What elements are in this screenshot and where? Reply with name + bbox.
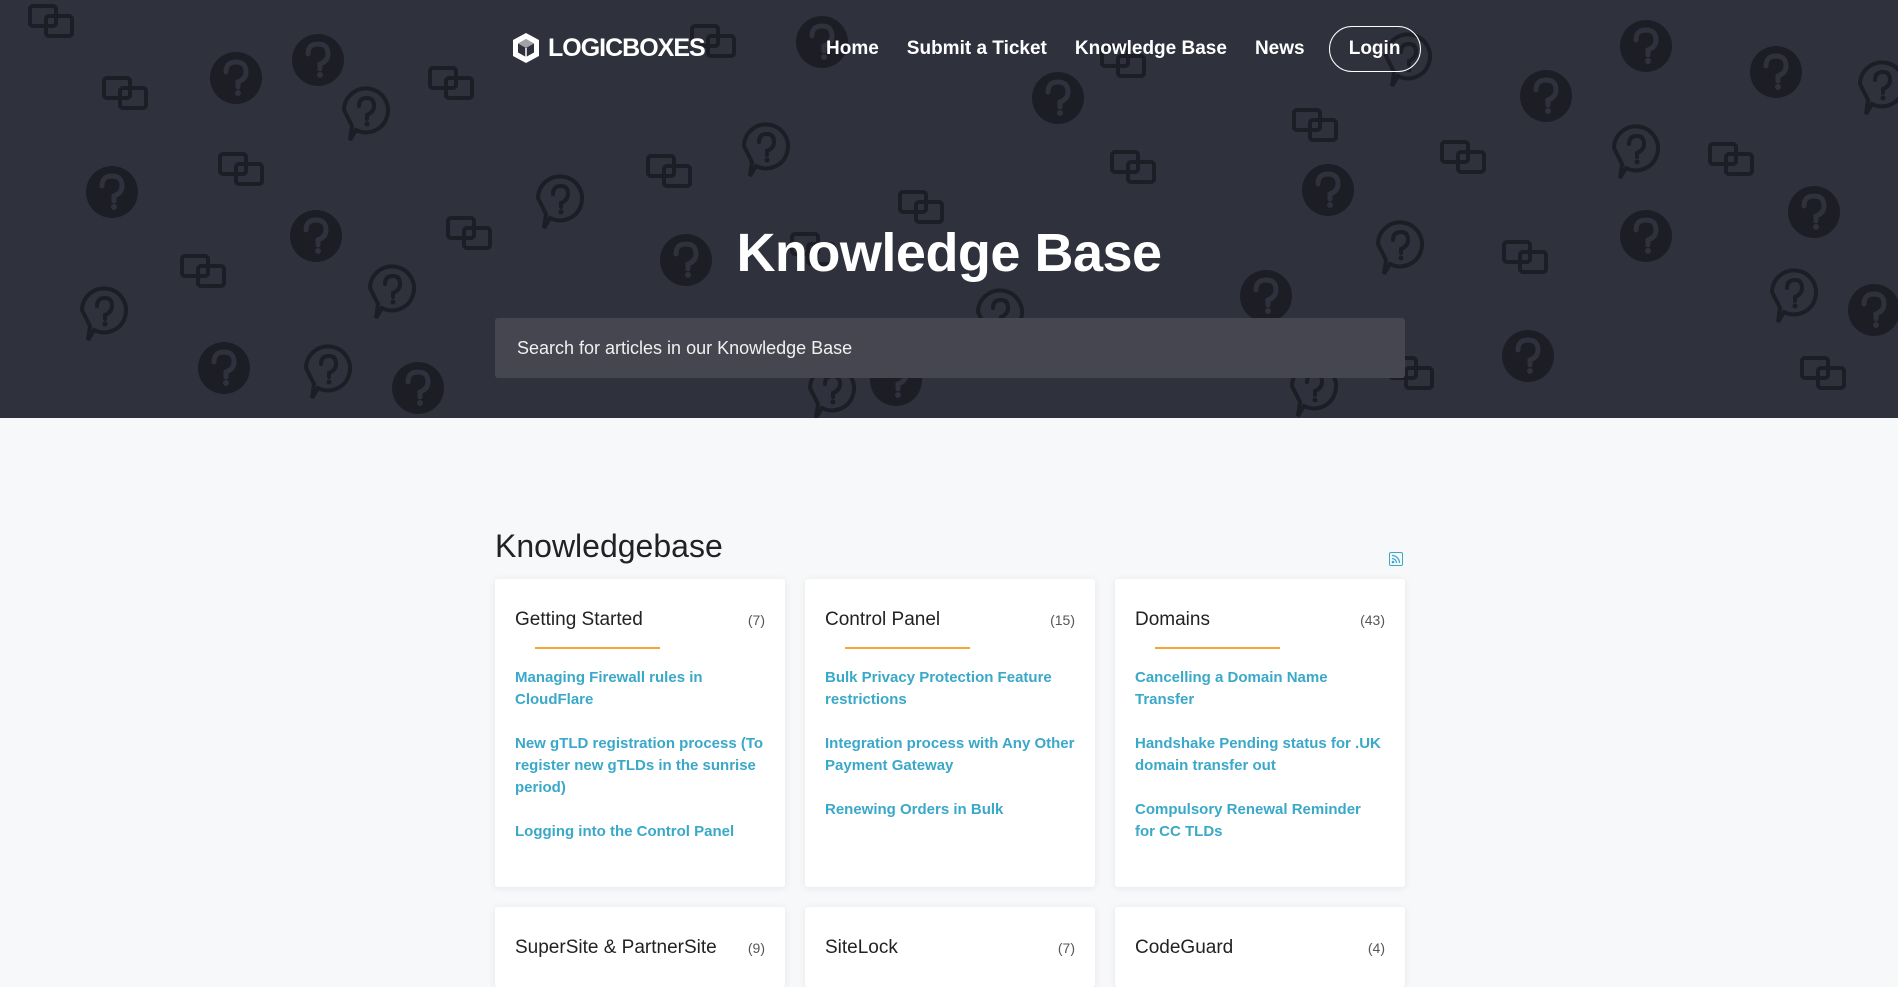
category-card-domains: Domains (43) Cancelling a Domain Name Tr…	[1115, 579, 1405, 887]
card-header: Control Panel (15)	[825, 609, 1075, 631]
category-count: (7)	[747, 612, 765, 628]
article-link[interactable]: Handshake Pending status for .UK domain …	[1135, 733, 1385, 777]
search-input[interactable]	[515, 336, 1385, 360]
category-count: (15)	[1050, 612, 1075, 628]
nav-news[interactable]: News	[1255, 38, 1305, 60]
nav-knowledge-base[interactable]: Knowledge Base	[1075, 38, 1227, 60]
article-list: Managing Firewall rules in CloudFlare Ne…	[515, 667, 765, 843]
card-divider	[845, 647, 970, 649]
card-divider	[1155, 647, 1280, 649]
nav-home[interactable]: Home	[826, 38, 879, 60]
article-link[interactable]: Compulsory Renewal Reminder for CC TLDs	[1135, 799, 1385, 843]
nav-submit-ticket[interactable]: Submit a Ticket	[907, 38, 1047, 60]
article-link[interactable]: Logging into the Control Panel	[515, 821, 765, 843]
search-bar	[495, 318, 1405, 378]
article-link[interactable]: Integration process with Any Other Payme…	[825, 733, 1075, 777]
section-title: Knowledgebase	[495, 528, 723, 564]
cube-logo-icon	[513, 33, 539, 63]
category-card-supersite: SuperSite & PartnerSite (9)	[495, 907, 785, 987]
category-title[interactable]: Getting Started	[515, 609, 643, 631]
category-card-codeguard: CodeGuard (4)	[1115, 907, 1405, 987]
card-divider	[535, 647, 660, 649]
category-count: (7)	[1057, 940, 1075, 956]
rss-icon[interactable]	[1389, 552, 1403, 566]
login-button[interactable]: Login	[1328, 26, 1421, 72]
article-list: Bulk Privacy Protection Feature restrict…	[825, 667, 1075, 821]
logo[interactable]: LOGICBOXES	[510, 30, 706, 66]
category-title[interactable]: Control Panel	[825, 609, 940, 631]
nav-links: Home Submit a Ticket Knowledge Base News…	[826, 25, 1421, 73]
category-title[interactable]: CodeGuard	[1135, 937, 1233, 959]
card-header: SuperSite & PartnerSite (9)	[515, 937, 765, 959]
hero-banner: LOGICBOXES Home Submit a Ticket Knowledg…	[0, 0, 1898, 418]
category-card-getting-started: Getting Started (7) Managing Firewall ru…	[495, 579, 785, 887]
logo-text: LOGICBOXES	[548, 33, 706, 62]
card-header: Domains (43)	[1135, 609, 1385, 631]
card-header: SiteLock (7)	[825, 937, 1075, 959]
article-link[interactable]: New gTLD registration process (To regist…	[515, 733, 765, 799]
page-title: Knowledge Base	[736, 223, 1162, 283]
card-header: CodeGuard (4)	[1135, 937, 1385, 959]
category-count: (9)	[747, 940, 765, 956]
article-link[interactable]: Renewing Orders in Bulk	[825, 799, 1075, 821]
category-count: (43)	[1360, 612, 1385, 628]
article-link[interactable]: Managing Firewall rules in CloudFlare	[515, 667, 765, 711]
article-link[interactable]: Cancelling a Domain Name Transfer	[1135, 667, 1385, 711]
article-list: Cancelling a Domain Name Transfer Handsh…	[1135, 667, 1385, 843]
category-card-sitelock: SiteLock (7)	[805, 907, 1095, 987]
category-count: (4)	[1367, 940, 1385, 956]
category-title[interactable]: SiteLock	[825, 937, 898, 959]
card-header: Getting Started (7)	[515, 609, 765, 631]
category-title[interactable]: SuperSite & PartnerSite	[515, 937, 717, 959]
top-navigation: LOGICBOXES Home Submit a Ticket Knowledg…	[0, 0, 1898, 100]
article-link[interactable]: Bulk Privacy Protection Feature restrict…	[825, 667, 1075, 711]
category-title[interactable]: Domains	[1135, 609, 1210, 631]
category-card-control-panel: Control Panel (15) Bulk Privacy Protecti…	[805, 579, 1095, 887]
